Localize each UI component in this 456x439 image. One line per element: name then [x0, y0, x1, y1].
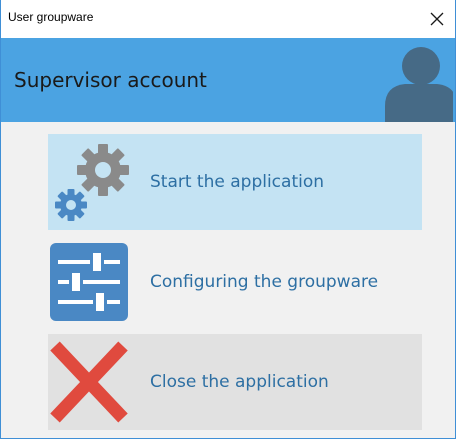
window-close-button[interactable]	[419, 0, 455, 38]
gears-icon	[48, 134, 130, 230]
red-x-icon	[48, 334, 130, 430]
app-window: User groupware Supervisor account Start …	[0, 0, 456, 439]
start-application-button[interactable]: Start the application	[48, 134, 422, 230]
account-header: Supervisor account	[1, 38, 455, 122]
close-application-label: Close the application	[150, 372, 329, 392]
menu-panel: Start the application Configuring the gr…	[1, 122, 455, 438]
sliders-icon	[48, 234, 130, 330]
window-title: User groupware	[8, 10, 94, 24]
page-title: Supervisor account	[14, 68, 207, 92]
title-bar: User groupware	[1, 0, 455, 38]
configure-groupware-label: Configuring the groupware	[150, 272, 379, 292]
close-application-button[interactable]: Close the application	[48, 334, 422, 430]
close-icon	[430, 12, 444, 26]
configure-groupware-button[interactable]: Configuring the groupware	[48, 234, 422, 330]
user-silhouette-icon	[385, 47, 453, 122]
start-application-label: Start the application	[150, 172, 325, 192]
